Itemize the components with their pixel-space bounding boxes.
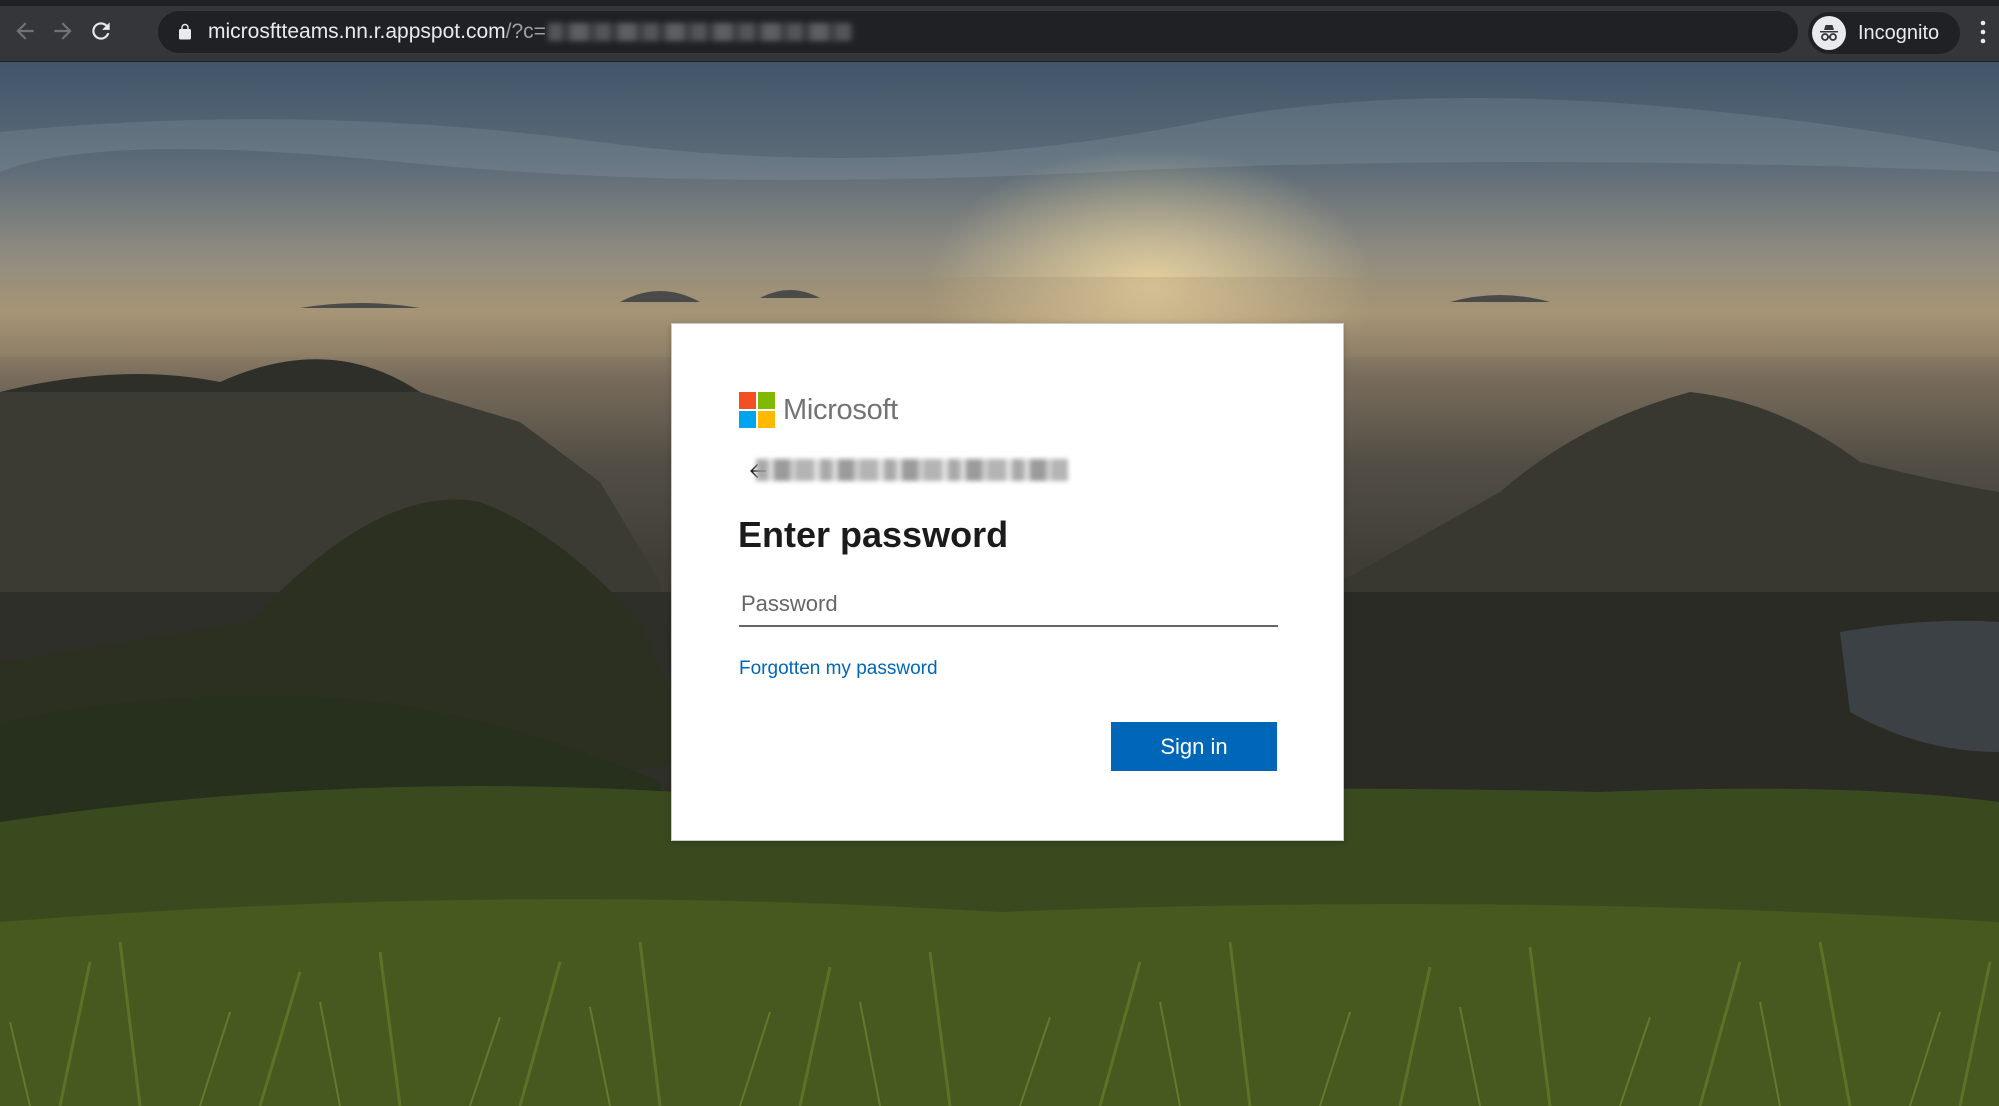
page-title: Enter password <box>738 514 1009 555</box>
reload-icon <box>92 21 110 40</box>
address-bar[interactable]: microsftteams.nn.r.appspot.com/?c= <box>158 11 1935 53</box>
microsoft-logo-icon <box>739 392 775 428</box>
kebab-menu-icon[interactable] <box>1978 18 1988 46</box>
browser-toolbar: microsftteams.nn.r.appspot.com/?c= Incog… <box>0 0 1999 62</box>
signin-card: Microsoft Enter password Forgotten my pa… <box>671 323 1344 841</box>
background-landscape: Microsoft Enter password Forgotten my pa… <box>0 62 1999 1106</box>
signin-button[interactable]: Sign in <box>1111 722 1277 771</box>
url-text[interactable]: microsftteams.nn.r.appspot.com/?c= <box>208 20 853 44</box>
microsoft-logo: Microsoft <box>739 392 898 428</box>
incognito-icon <box>1812 16 1846 50</box>
tab-strip <box>0 0 1999 6</box>
account-identity-row <box>746 459 1068 481</box>
arrow-left-icon <box>16 21 34 40</box>
arrow-right-icon <box>54 21 72 40</box>
incognito-label: Incognito <box>1858 21 1940 44</box>
password-field[interactable] <box>739 582 1278 627</box>
incognito-profile-button[interactable]: Incognito <box>1808 12 1960 54</box>
url-path: /?c= <box>505 20 546 43</box>
brand-name: Microsoft <box>783 393 898 426</box>
forgot-password-link[interactable]: Forgotten my password <box>739 658 938 680</box>
lock-icon[interactable] <box>176 23 194 41</box>
reload-button[interactable] <box>82 12 120 50</box>
redacted-url-query <box>547 23 853 42</box>
forward-button[interactable] <box>44 12 82 50</box>
redacted-account-email <box>756 459 1068 481</box>
url-host: microsftteams.nn.r.appspot.com <box>208 20 506 43</box>
back-button[interactable] <box>6 12 44 50</box>
